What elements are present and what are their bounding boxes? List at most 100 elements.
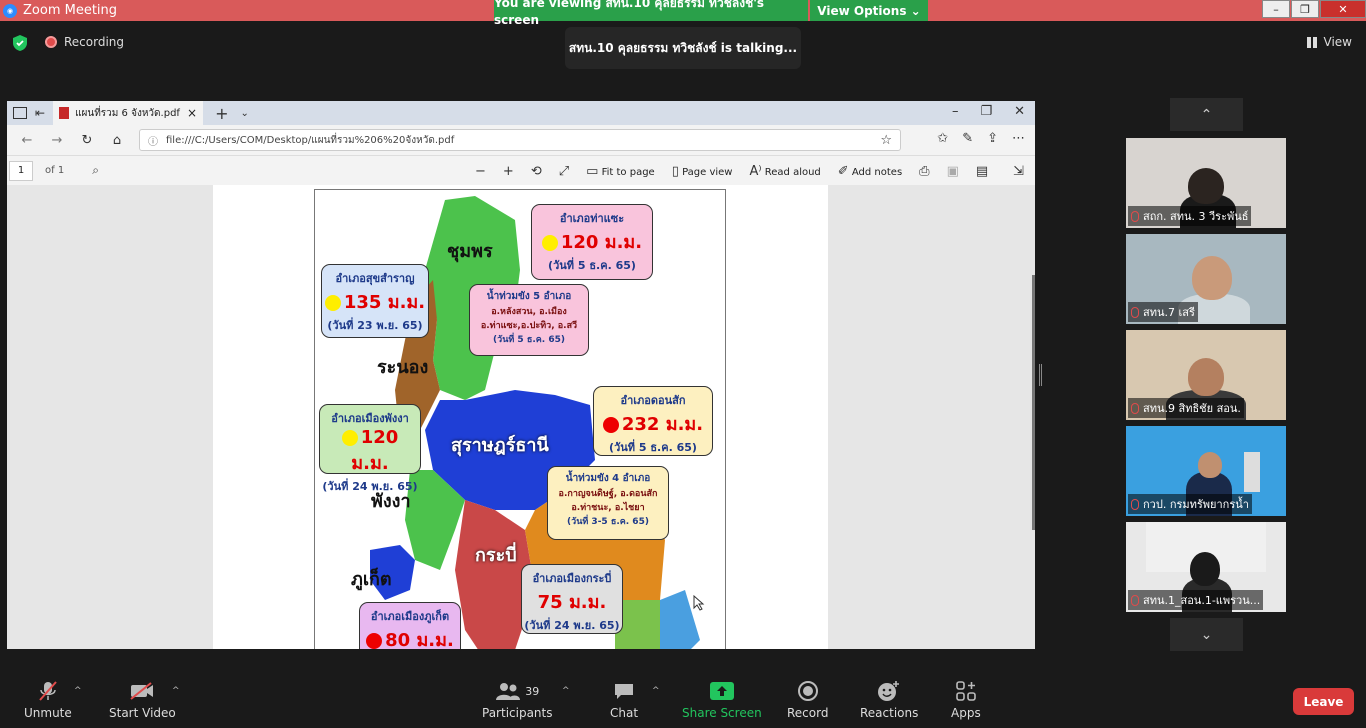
recording-label: Recording [64,35,125,49]
pdf-viewport: ชุมพร ระนอง สุราษฎร์ธานี พังงา กระบี่ ภู… [7,185,1035,649]
muted-mic-icon [1131,498,1139,510]
participant-tile[interactable]: กวป. กรมทรัพยากรน้ำ [1126,426,1286,516]
pdf-page: ชุมพร ระนอง สุราษฎร์ธานี พังงา กระบี่ ภู… [213,185,828,649]
participant-tile[interactable]: สทน.7 เสรี [1126,234,1286,324]
fullscreen-icon[interactable]: ⤢ [559,164,569,179]
bubble-phuket: อำเภอเมืองภูเก็ต 80 ม.ม. [359,602,461,649]
panel-splitter[interactable] [1039,364,1042,386]
shield-icon[interactable] [12,34,28,52]
yellow-dot-icon [324,295,341,311]
favorites-icon[interactable]: ✩ [937,131,948,146]
refresh-icon[interactable]: ↻ [77,133,97,148]
minimize-button[interactable]: – [1262,0,1290,18]
tab-list-icon[interactable]: ⌄ [240,108,248,119]
tab-close-icon[interactable]: × [187,106,197,120]
participant-tile[interactable]: สทน.9 สิทธิชัย สอน. [1126,330,1286,420]
pen-icon[interactable]: ✎ [962,131,973,146]
add-notes-button[interactable]: ✐ Add notes [838,164,902,179]
chat-button[interactable]: Chat [610,680,638,720]
bubble-krabi: อำเภอเมืองกระบี่ 75 ม.ม. (วันที่ 24 พ.ย.… [521,564,623,634]
video-options-caret[interactable]: ^ [172,686,180,696]
close-button[interactable]: ✕ [1320,0,1366,18]
favorite-star-icon[interactable]: ☆ [880,133,892,148]
banner-stand [1244,452,1260,492]
print-icon[interactable]: ⎙ [919,164,929,179]
red-dot-icon [366,633,383,649]
page-view-button[interactable]: ▯ Page view [672,164,733,179]
share-screen-icon [709,680,734,702]
record-button[interactable]: Record [787,680,828,720]
view-button[interactable]: View [1306,35,1352,49]
unmute-button[interactable]: Unmute [24,680,72,720]
page-total: of 1 [45,165,65,176]
pdf-toolbar: 1 of 1 ⌕ − + ⟲ ⤢ ▭ Fit to page ▯ Page vi… [7,155,1035,185]
page-number-input[interactable]: 1 [9,160,33,181]
view-options-button[interactable]: View Options ⌄ [810,0,928,21]
meeting-toolbar: Unmute ^ Start Video ^ 39 Participants ^… [0,670,1366,728]
apps-button[interactable]: Apps [951,680,981,720]
muted-mic-icon [1131,594,1139,606]
participant-tile[interactable]: สถก. สทน. 3 วีระพันธ์ [1126,138,1286,228]
participant-name: กวป. กรมทรัพยากรน้ำ [1143,498,1249,511]
save-as-icon[interactable]: ▤ [976,164,988,179]
bubble-suksamran: อำเภอสุขสำราญ 135 ม.ม. (วันที่ 23 พ.ย. 6… [321,264,429,338]
yellow-dot-icon [341,430,358,446]
gallery-down-button[interactable]: ⌄ [1170,618,1243,651]
bubble-phangnga: อำเภอเมืองพังงา 120 ม.ม. (วันที่ 24 พ.ย.… [319,404,421,493]
zoom-in-icon[interactable]: + [503,164,514,179]
video-person-head [1198,452,1222,478]
video-person-head [1188,168,1224,204]
pdf-search-icon[interactable]: ⌕ [92,163,99,178]
pdf-scrollbar[interactable] [1032,275,1035,530]
apps-icon [955,680,977,702]
leave-button[interactable]: Leave [1293,688,1354,715]
bubble-thasae: อำเภอท่าแซะ 120 ม.ม. (วันที่ 5 ธ.ค. 65) [531,204,653,280]
start-video-button[interactable]: Start Video [109,680,176,720]
home-icon[interactable]: ⌂ [107,133,127,148]
reactions-button[interactable]: Reactions [860,680,918,720]
audio-options-caret[interactable]: ^ [74,686,82,696]
maximize-button[interactable]: ❐ [1291,0,1319,18]
recording-indicator[interactable]: Recording [45,35,124,49]
share-screen-button[interactable]: Share Screen [682,680,762,720]
pdf-tools: − + ⟲ ⤢ ▭ Fit to page ▯ Page view A⁾ Rea… [475,156,1024,186]
vertical-tabs-icon[interactable]: ⇤ [35,106,45,120]
share-icon[interactable]: ⇪ [987,131,998,146]
participants-icon [496,683,521,700]
new-tab-icon[interactable]: + [215,104,228,123]
label-surat: สุราษฎร์ธานี [451,435,549,456]
forward-icon[interactable]: → [47,133,67,148]
map-frame: ชุมพร ระนอง สุราษฎร์ธานี พังงา กระบี่ ภู… [314,189,726,649]
browser-actions: ✩ ✎ ⇪ ⋯ [937,131,1025,146]
shared-screen: ⇤ แผนที่รวม 6 จังหวัด.pdf × + ⌄ – ❐ ✕ ← … [7,101,1035,649]
participants-button[interactable]: 39 Participants [482,680,553,720]
video-person-head [1192,256,1232,300]
participant-tile[interactable]: สทน.1_สอน.1-แพรวน... [1126,522,1286,612]
read-aloud-button[interactable]: A⁾ Read aloud [749,164,820,179]
browser-window-controls: – ❐ ✕ [952,104,1025,119]
muted-mic-icon [37,680,59,702]
muted-mic-icon [1131,210,1139,222]
url-field[interactable]: ⓘ file:///C:/Users/COM/Desktop/แผนที่รวม… [139,129,901,151]
info-icon[interactable]: ⓘ [148,133,158,148]
video-person-head [1188,358,1224,396]
more-icon[interactable]: ⋯ [1012,131,1025,146]
participants-options-caret[interactable]: ^ [562,686,570,696]
chat-options-caret[interactable]: ^ [652,686,660,696]
pin-toolbar-icon[interactable]: ⇲ [1013,164,1024,179]
browser-close-icon[interactable]: ✕ [1014,104,1025,119]
gallery-up-button[interactable]: ⌃ [1170,98,1243,131]
rotate-icon[interactable]: ⟲ [531,164,542,179]
zoom-out-icon[interactable]: − [475,164,486,179]
tab-actions-icon[interactable] [13,107,27,119]
browser-tab[interactable]: แผนที่รวม 6 จังหวัด.pdf × [53,101,204,125]
save-icon[interactable]: ▣ [947,164,959,179]
browser-minimize-icon[interactable]: – [952,104,959,119]
fit-to-page-button[interactable]: ▭ Fit to page [586,164,655,179]
viewing-banner: You are viewing สทน.10 คุลยธรรม ทวิชลังช… [494,0,808,27]
back-icon[interactable]: ← [17,133,37,148]
talking-indicator: สทน.10 คุลยธรรม ทวิชลังช์ is talking... [565,27,801,69]
browser-restore-icon[interactable]: ❐ [980,104,992,119]
view-label: View [1323,35,1352,49]
zoom-logo-icon: ◉ [3,3,17,18]
